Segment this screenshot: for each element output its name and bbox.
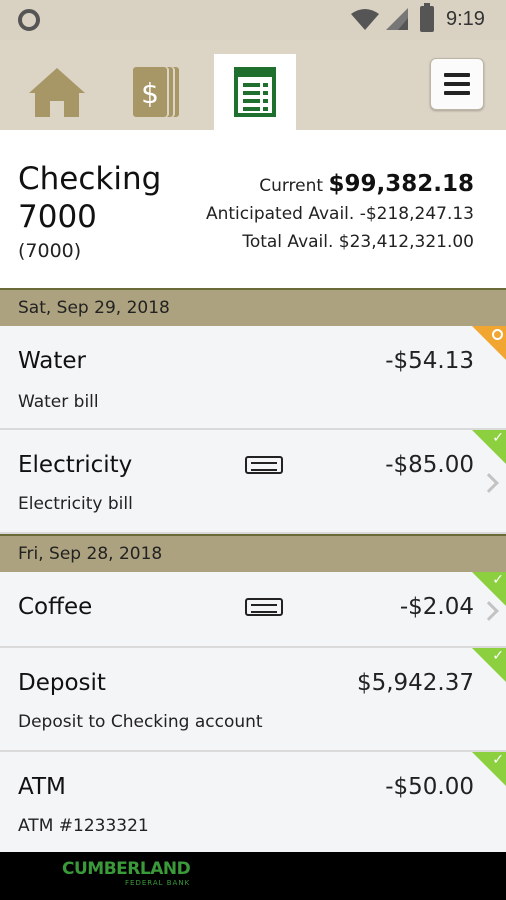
battery-icon bbox=[420, 3, 434, 32]
account-number: (7000) bbox=[18, 240, 82, 262]
transaction-title: Deposit bbox=[18, 670, 106, 696]
hamburger-menu-button[interactable] bbox=[430, 58, 484, 110]
transaction-row[interactable]: ATM -$50.00 ATM #1233321 ✓ bbox=[0, 752, 506, 852]
transaction-amount: -$2.04 bbox=[399, 594, 474, 620]
tab-transactions[interactable] bbox=[214, 54, 296, 130]
logo-line1: CUMBERLAND bbox=[62, 859, 191, 879]
account-name: Checking 7000 bbox=[18, 161, 162, 235]
wifi-icon bbox=[351, 9, 379, 30]
transaction-title: Coffee bbox=[18, 594, 93, 620]
footer-bar: CUMBERLAND FEDERAL BANK bbox=[0, 852, 506, 900]
transaction-amount: -$54.13 bbox=[385, 348, 474, 374]
logo-line2: FEDERAL BANK bbox=[125, 879, 191, 887]
transaction-row[interactable]: Electricity -$85.00 Electricity bill ✓ bbox=[0, 430, 506, 534]
credit-card-icon bbox=[245, 598, 283, 616]
current-balance-line: Current $99,382.18 bbox=[206, 170, 474, 200]
svg-text:$: $ bbox=[141, 77, 159, 110]
transaction-title: Water bbox=[18, 348, 86, 374]
checkmark-icon: ✓ bbox=[492, 572, 504, 588]
notification-circle-icon bbox=[18, 9, 40, 31]
transaction-amount: -$50.00 bbox=[385, 774, 474, 800]
transaction-description: Electricity bill bbox=[18, 494, 133, 514]
money-icon: $ bbox=[133, 67, 179, 117]
top-nav-bar: $ bbox=[0, 40, 506, 130]
checkmark-icon: ✓ bbox=[492, 430, 504, 446]
total-available-balance: Total Avail. $23,412,321.00 bbox=[242, 232, 474, 252]
current-balance-label: Current bbox=[259, 176, 324, 196]
checkmark-icon: ✓ bbox=[492, 648, 504, 664]
transaction-row[interactable]: Water -$54.13 Water bill bbox=[0, 326, 506, 430]
transaction-title: ATM bbox=[18, 774, 66, 800]
clock-icon bbox=[492, 329, 503, 340]
hamburger-menu-icon bbox=[444, 73, 470, 77]
transaction-amount: $5,942.37 bbox=[356, 670, 474, 696]
credit-card-icon bbox=[245, 456, 283, 474]
checkmark-icon: ✓ bbox=[492, 752, 504, 768]
ledger-icon bbox=[234, 67, 276, 117]
anticipated-balance: Anticipated Avail. -$218,247.13 bbox=[205, 204, 474, 224]
transaction-title: Electricity bbox=[18, 452, 133, 478]
transaction-description: Deposit to Checking account bbox=[18, 712, 263, 732]
home-icon bbox=[29, 68, 85, 117]
clock-time: 9:19 bbox=[446, 8, 485, 30]
date-header: Sat, Sep 29, 2018 bbox=[0, 288, 506, 326]
transaction-description: Water bill bbox=[18, 392, 99, 412]
status-bar: 9:19 bbox=[0, 0, 506, 40]
transaction-amount: -$85.00 bbox=[385, 452, 474, 478]
current-balance-value: $99,382.18 bbox=[328, 171, 474, 197]
transaction-row[interactable]: Deposit $5,942.37 Deposit to Checking ac… bbox=[0, 648, 506, 752]
tab-home[interactable] bbox=[16, 54, 98, 130]
transaction-row[interactable]: Coffee -$2.04 ✓ bbox=[0, 572, 506, 648]
account-balances: Current $99,382.18 Anticipated Avail. -$… bbox=[206, 170, 474, 256]
date-header: Fri, Sep 28, 2018 bbox=[0, 534, 506, 572]
signal-icon bbox=[386, 8, 408, 30]
bank-logo: CUMBERLAND FEDERAL BANK bbox=[62, 859, 191, 888]
account-summary: Checking 7000 (7000) Current $99,382.18 … bbox=[0, 130, 506, 288]
chevron-right-icon bbox=[479, 473, 499, 493]
tab-accounts[interactable]: $ bbox=[116, 54, 198, 130]
transaction-description: ATM #1233321 bbox=[18, 816, 149, 836]
